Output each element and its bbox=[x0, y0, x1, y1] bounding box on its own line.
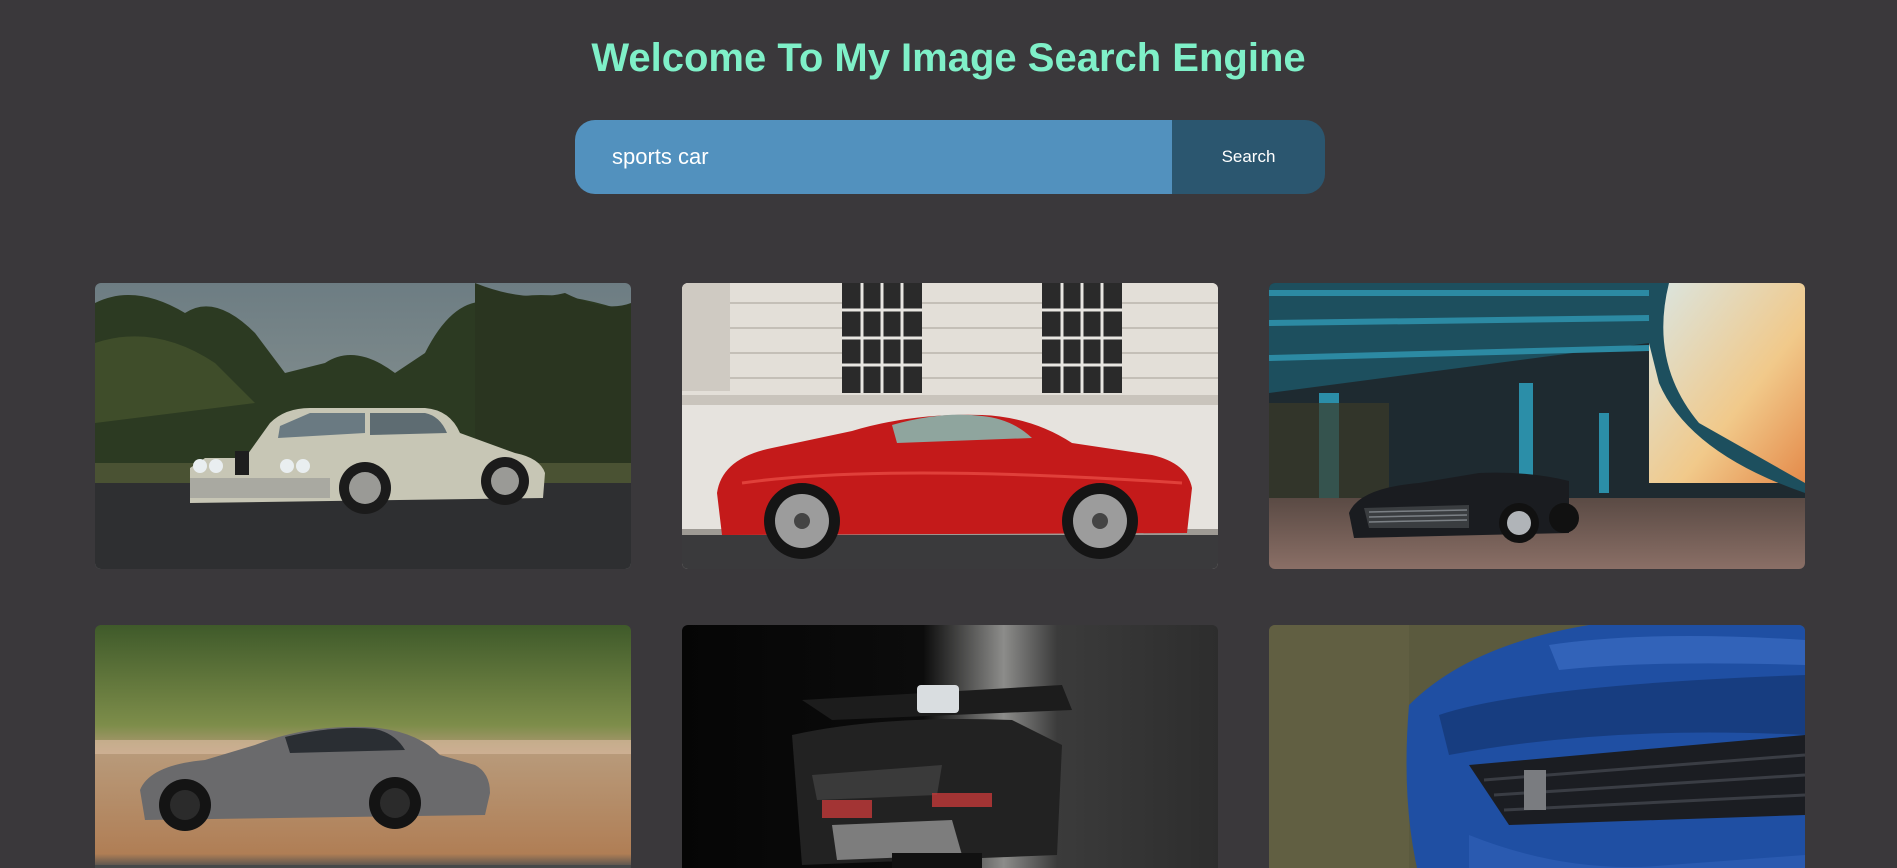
blue-hood-closeup-photo bbox=[1269, 625, 1805, 868]
result-image-5[interactable] bbox=[682, 625, 1218, 868]
result-image-3[interactable] bbox=[1269, 283, 1805, 569]
vintage-sedan-photo bbox=[95, 283, 631, 569]
result-image-4[interactable] bbox=[95, 625, 631, 868]
results-grid bbox=[95, 283, 1805, 868]
race-car-dark-photo bbox=[682, 625, 1218, 868]
grey-car-motion-photo bbox=[95, 625, 631, 868]
page: Welcome To My Image Search Engine Search bbox=[0, 0, 1897, 868]
result-image-2[interactable] bbox=[682, 283, 1218, 569]
result-image-6[interactable] bbox=[1269, 625, 1805, 868]
page-title: Welcome To My Image Search Engine bbox=[591, 36, 1306, 80]
convertible-overpass-photo bbox=[1269, 283, 1805, 569]
search-input[interactable] bbox=[575, 120, 1172, 194]
red-coupe-photo bbox=[682, 283, 1218, 569]
search-form: Search bbox=[575, 120, 1325, 194]
result-image-1[interactable] bbox=[95, 283, 631, 569]
search-button[interactable]: Search bbox=[1172, 120, 1325, 194]
